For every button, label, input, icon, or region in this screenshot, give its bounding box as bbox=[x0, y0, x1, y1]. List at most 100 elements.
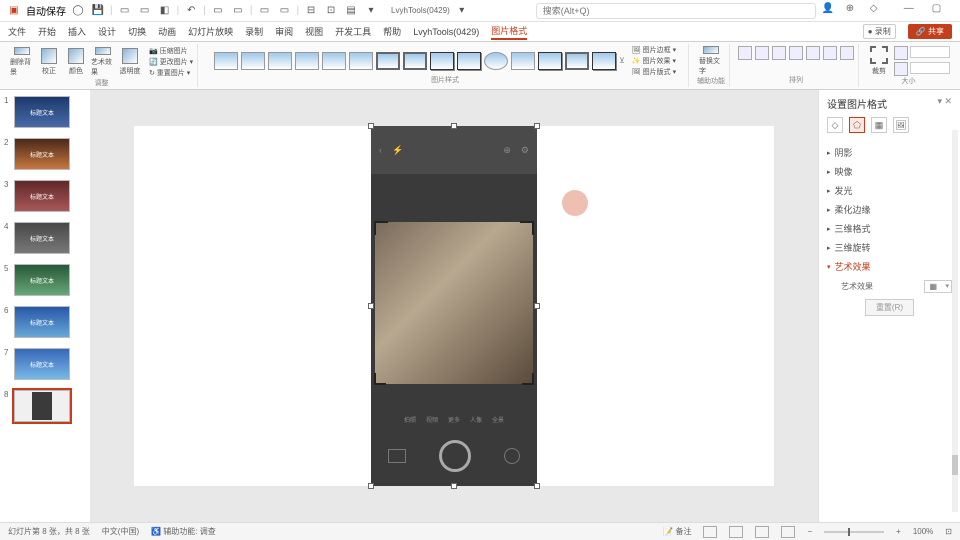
arrange-icon[interactable] bbox=[823, 46, 837, 60]
panel-tab-picture[interactable]: 🖼 bbox=[893, 117, 909, 133]
tab-review[interactable]: 审阅 bbox=[275, 25, 293, 38]
picture-style[interactable] bbox=[484, 52, 508, 70]
picture-style[interactable] bbox=[214, 52, 238, 70]
height-input[interactable] bbox=[910, 46, 950, 58]
qat-icon[interactable]: ▭ bbox=[137, 3, 153, 19]
picture-style[interactable] bbox=[295, 52, 319, 70]
tab-transition[interactable]: 切换 bbox=[128, 25, 146, 38]
record-button[interactable]: ● 录制 bbox=[863, 24, 896, 39]
change-picture[interactable]: 🔄 更改图片 ▾ bbox=[149, 57, 193, 67]
picture-style[interactable] bbox=[241, 52, 265, 70]
width-input[interactable] bbox=[910, 62, 950, 74]
language-indicator[interactable]: 中文(中国) bbox=[102, 526, 139, 537]
slide-thumb[interactable]: 5标题文本 bbox=[4, 264, 86, 296]
slide-thumb[interactable]: 3标题文本 bbox=[4, 180, 86, 212]
slide-thumb[interactable]: 7标题文本 bbox=[4, 348, 86, 380]
slide-thumb[interactable]: 2标题文本 bbox=[4, 138, 86, 170]
tab-help[interactable]: 帮助 bbox=[383, 25, 401, 38]
picture-style[interactable] bbox=[511, 52, 535, 70]
picture-style[interactable] bbox=[538, 52, 562, 70]
tab-file[interactable]: 文件 bbox=[8, 25, 26, 38]
zoom-level[interactable]: 100% bbox=[913, 527, 933, 536]
picture-style[interactable] bbox=[322, 52, 346, 70]
chevron-down-icon[interactable]: ▾ bbox=[454, 3, 470, 19]
panel-item-artistic[interactable]: ▾艺术效果 bbox=[827, 257, 952, 276]
tab-dev[interactable]: 开发工具 bbox=[335, 25, 371, 38]
reset-picture[interactable]: ↻ 重置图片 ▾ bbox=[149, 68, 193, 78]
art-effect-select[interactable]: ▦ bbox=[924, 280, 952, 293]
qat-icon[interactable]: ▭ bbox=[117, 3, 133, 19]
picture-style[interactable] bbox=[268, 52, 292, 70]
slide-thumb[interactable]: 8 bbox=[4, 390, 86, 422]
picture-style[interactable] bbox=[376, 52, 400, 70]
qat-icon[interactable]: ▭ bbox=[276, 3, 292, 19]
picture-style[interactable] bbox=[430, 52, 454, 70]
arrange-icon[interactable] bbox=[738, 46, 752, 60]
maximize-icon[interactable]: ▢ bbox=[932, 3, 948, 19]
tab-picture-format[interactable]: 图片格式 bbox=[491, 24, 527, 40]
zoom-out[interactable]: − bbox=[807, 527, 812, 536]
alt-text-button[interactable]: 替换文字 bbox=[699, 46, 723, 76]
panel-close-icon[interactable]: ▾ ✕ bbox=[937, 96, 952, 107]
qat-icon[interactable]: ▭ bbox=[256, 3, 272, 19]
view-normal[interactable] bbox=[703, 526, 717, 538]
panel-tab-effects[interactable]: ⬠ bbox=[849, 117, 865, 133]
tab-animation[interactable]: 动画 bbox=[158, 25, 176, 38]
panel-item-glow[interactable]: ▸发光 bbox=[827, 181, 952, 200]
picture-style[interactable] bbox=[349, 52, 373, 70]
qat-icon[interactable]: ⊡ bbox=[323, 3, 339, 19]
picture-style[interactable] bbox=[403, 52, 427, 70]
search-input[interactable] bbox=[536, 3, 816, 19]
picture-border[interactable]: 🖼 图片边框 ▾ bbox=[632, 46, 676, 55]
slide-thumb[interactable]: 6标题文本 bbox=[4, 306, 86, 338]
minimize-icon[interactable]: — bbox=[904, 3, 920, 19]
panel-item-3d-format[interactable]: ▸三维格式 bbox=[827, 219, 952, 238]
save-icon[interactable]: 💾 bbox=[90, 3, 106, 19]
user-icon[interactable]: 👤 bbox=[822, 3, 838, 19]
autosave-toggle[interactable]: ◯ bbox=[70, 3, 86, 19]
tab-slideshow[interactable]: 幻灯片放映 bbox=[188, 25, 233, 38]
view-sorter[interactable] bbox=[729, 526, 743, 538]
zoom-in[interactable]: + bbox=[896, 527, 901, 536]
slide-canvas[interactable]: ‹⚡⊕⚙ 拍照视频更多人像全景 bbox=[90, 90, 818, 522]
panel-item-soft-edges[interactable]: ▸柔化边缘 bbox=[827, 200, 952, 219]
tab-design[interactable]: 设计 bbox=[98, 25, 116, 38]
right-icon[interactable]: ⊕ bbox=[846, 3, 862, 19]
undo-icon[interactable]: ↶ bbox=[183, 3, 199, 19]
arrange-icon[interactable] bbox=[840, 46, 854, 60]
artistic-effects-button[interactable]: 艺术效果 bbox=[91, 47, 115, 77]
panel-tab-size[interactable]: ▦ bbox=[871, 117, 887, 133]
arrange-icon[interactable] bbox=[789, 46, 803, 60]
qat-icon[interactable]: ▭ bbox=[210, 3, 226, 19]
qat-dropdown[interactable]: ▾ bbox=[363, 3, 379, 19]
corrections-button[interactable]: 校正 bbox=[37, 47, 61, 77]
panel-item-reflection[interactable]: ▸映像 bbox=[827, 162, 952, 181]
arrange-icon[interactable] bbox=[772, 46, 786, 60]
notes-button[interactable]: 📝 备注 bbox=[663, 526, 691, 537]
panel-item-shadow[interactable]: ▸阴影 bbox=[827, 143, 952, 162]
qat-icon[interactable]: ▤ bbox=[343, 3, 359, 19]
panel-scrollbar[interactable] bbox=[952, 130, 958, 512]
slide-thumb[interactable]: 4标题文本 bbox=[4, 222, 86, 254]
remove-bg-button[interactable]: 删除背景 bbox=[10, 47, 34, 77]
picture-style[interactable] bbox=[565, 52, 589, 70]
tab-addin[interactable]: LvyhTools(0429) bbox=[413, 27, 479, 37]
view-slideshow[interactable] bbox=[781, 526, 795, 538]
picture-style[interactable] bbox=[592, 52, 616, 70]
fit-window[interactable]: ⊡ bbox=[945, 527, 952, 536]
color-button[interactable]: 颜色 bbox=[64, 47, 88, 77]
tab-record[interactable]: 录制 bbox=[245, 25, 263, 38]
accessibility-check[interactable]: ♿ 辅助功能: 调查 bbox=[151, 526, 216, 537]
crop-button[interactable]: 裁剪 bbox=[867, 46, 891, 76]
tab-home[interactable]: 开始 bbox=[38, 25, 56, 38]
tab-insert[interactable]: 插入 bbox=[68, 25, 86, 38]
panel-tab-fill[interactable]: ◇ bbox=[827, 117, 843, 133]
zoom-slider[interactable] bbox=[824, 531, 884, 533]
reset-button[interactable]: 重置(R) bbox=[865, 299, 914, 316]
compress-picture[interactable]: 📷 压缩图片 bbox=[149, 46, 193, 56]
qat-icon[interactable]: ⊟ bbox=[303, 3, 319, 19]
right-icon[interactable]: ◇ bbox=[870, 3, 886, 19]
inserted-picture[interactable]: ‹⚡⊕⚙ 拍照视频更多人像全景 bbox=[371, 126, 537, 486]
picture-layout[interactable]: 🖼 图片版式 ▾ bbox=[632, 67, 676, 76]
view-reading[interactable] bbox=[755, 526, 769, 538]
